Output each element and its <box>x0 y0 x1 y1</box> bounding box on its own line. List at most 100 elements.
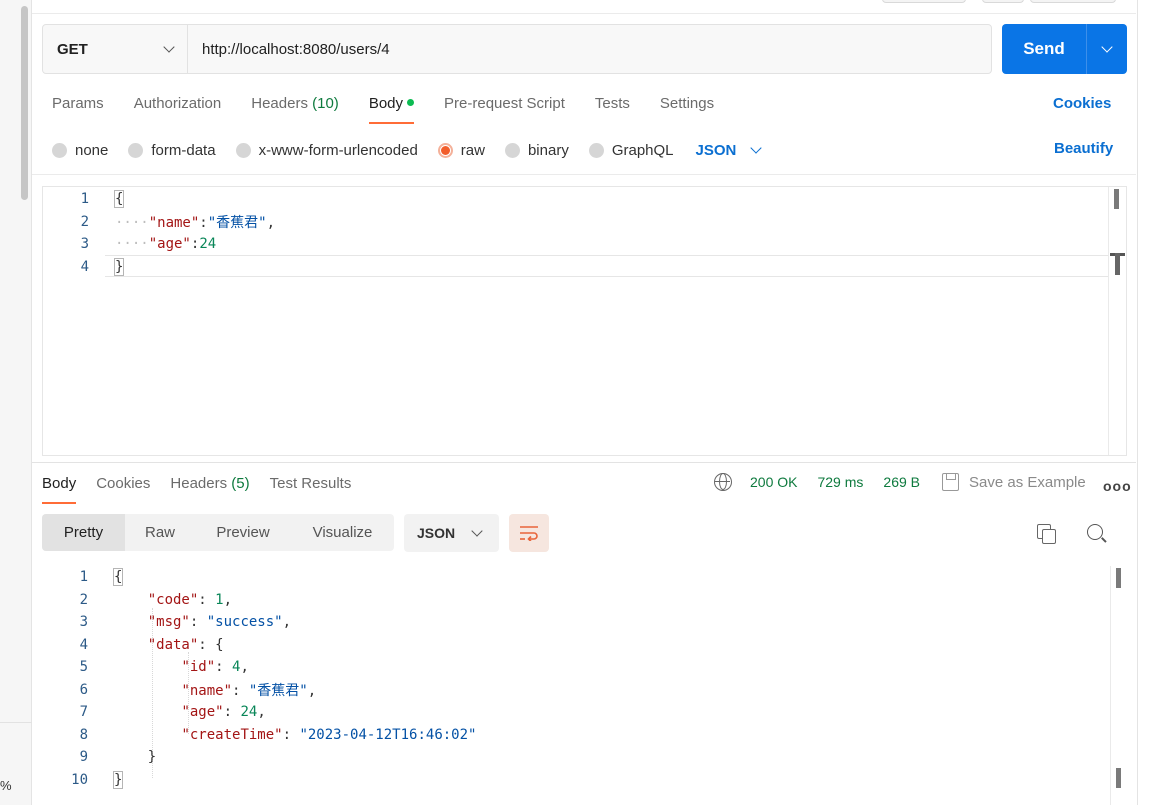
top-tab-button[interactable] <box>982 0 1024 3</box>
radio-form-data[interactable]: form-data <box>128 141 216 159</box>
save-label: Save as Example <box>969 473 1086 491</box>
resp-tab-cookies[interactable]: Cookies <box>96 474 150 504</box>
radio-raw[interactable]: raw <box>437 142 485 159</box>
line-number: 2 <box>80 213 89 230</box>
chevron-down-icon <box>471 525 483 537</box>
code-text: "data": { <box>147 636 224 653</box>
tab-authorization[interactable]: Authorization <box>134 92 222 124</box>
copy-icon[interactable] <box>1037 524 1057 544</box>
view-pretty[interactable]: Pretty <box>42 514 125 551</box>
editor-line: 5 "id": 4, <box>42 656 1127 679</box>
send-button[interactable]: Send <box>1002 24 1086 74</box>
response-divider[interactable] <box>32 462 1136 463</box>
method-select[interactable]: GET <box>43 25 188 73</box>
method-label: GET <box>57 40 88 58</box>
scroll-marker <box>1116 568 1121 588</box>
tab-headers[interactable]: Headers (10) <box>251 92 339 124</box>
editor-line: 6 "name": "香蕉君", <box>42 679 1127 702</box>
headers-count: (10) <box>312 95 339 112</box>
view-raw[interactable]: Raw <box>125 514 195 551</box>
body-indicator-dot <box>407 99 415 106</box>
json-key: "age" <box>148 236 191 253</box>
response-time[interactable]: 729 ms <box>817 474 863 490</box>
beautify-button[interactable]: Beautify <box>1054 140 1113 157</box>
view-preview[interactable]: Preview <box>195 514 291 551</box>
brace-close: } <box>112 770 124 789</box>
radio-circle <box>588 142 604 158</box>
top-tab-button[interactable] <box>882 0 966 3</box>
request-body-editor[interactable]: 1 { 2 ····"name":"香蕉君", 3 ····"age":24 4… <box>42 186 1127 456</box>
json-key: "code" <box>147 591 199 608</box>
radio-urlencoded[interactable]: x-www-form-urlencoded <box>235 142 418 159</box>
editor-line: 1 { <box>43 188 1126 211</box>
editor-line: 4 "data": { <box>42 634 1127 657</box>
resp-tab-body[interactable]: Body <box>42 474 77 504</box>
tab-tests[interactable]: Tests <box>595 92 630 124</box>
globe-icon[interactable] <box>714 473 732 491</box>
brace-close: } <box>113 257 125 276</box>
line-number: 1 <box>80 191 89 208</box>
line-number: 1 <box>79 569 88 586</box>
sidebar-scrollbar[interactable] <box>21 6 28 200</box>
radio-label: GraphQL <box>611 141 674 159</box>
tab-pre-request-script[interactable]: Pre-request Script <box>444 92 565 124</box>
save-as-example-button[interactable]: Save as Example <box>942 473 1086 491</box>
url-input[interactable]: http://localhost:8080/users/4 <box>188 25 991 73</box>
tab-label: Headers <box>251 95 308 112</box>
line-number: 6 <box>79 681 88 698</box>
view-visualize[interactable]: Visualize <box>291 514 394 551</box>
editor-line: 9 } <box>42 746 1127 769</box>
tab-body[interactable]: Body <box>368 92 415 124</box>
code-text: } <box>112 770 124 789</box>
tab-settings[interactable]: Settings <box>660 92 714 124</box>
radio-label: form-data <box>151 141 216 159</box>
line-number: 5 <box>79 659 88 676</box>
resp-tab-headers[interactable]: Headers (5) <box>170 474 249 504</box>
response-body-viewer[interactable]: 1 { 2 "code": 1, 3 "msg": "success", 4 "… <box>42 566 1127 805</box>
line-number: 3 <box>79 614 88 631</box>
response-format-select[interactable]: JSON <box>404 514 499 552</box>
code-text: { <box>113 190 125 209</box>
format-label: JSON <box>695 141 737 159</box>
json-key: "name" <box>181 682 233 699</box>
code-text: } <box>113 257 125 276</box>
scroll-marker <box>1115 253 1120 275</box>
send-options-button[interactable] <box>1087 24 1127 74</box>
radio-binary[interactable]: binary <box>504 142 569 159</box>
wrap-lines-button[interactable] <box>509 514 549 552</box>
line-number: 9 <box>79 749 88 766</box>
response-size[interactable]: 269 B <box>883 474 920 490</box>
code-text: "name": "香蕉君", <box>181 682 317 699</box>
cookies-link[interactable]: Cookies <box>1053 95 1111 112</box>
tab-params[interactable]: Params <box>52 92 104 124</box>
section-divider <box>32 174 1136 175</box>
code-text: ····"name":"香蕉君", <box>115 214 276 231</box>
brace-open: { <box>112 568 124 587</box>
more-options-icon[interactable]: ooo <box>1103 478 1132 494</box>
search-icon[interactable] <box>1087 524 1107 544</box>
radio-label: none <box>75 141 109 159</box>
body-format-select[interactable]: JSON <box>695 141 763 159</box>
code-text: "createTime": "2023-04-12T16:46:02" <box>181 726 477 743</box>
response-scrollbar[interactable] <box>1110 566 1127 805</box>
radio-none[interactable]: none <box>52 142 108 159</box>
tab-label: Headers <box>170 475 228 492</box>
response-tabs: Body Cookies Headers (5) Test Results <box>42 474 371 504</box>
editor-line: 3 "msg": "success", <box>42 611 1127 634</box>
radio-circle <box>235 142 251 158</box>
chevron-down-icon <box>1101 41 1113 53</box>
line-number: 10 <box>71 771 88 788</box>
editor-scrollbar[interactable] <box>1108 187 1126 455</box>
top-tab-button[interactable] <box>1030 0 1116 3</box>
json-number: 24 <box>240 704 258 721</box>
json-key: "msg" <box>147 614 190 631</box>
editor-line: 2 ····"name":"香蕉君", <box>43 211 1126 234</box>
tab-label: Params <box>52 95 104 112</box>
resp-tab-test-results[interactable]: Test Results <box>270 474 352 504</box>
scroll-marker <box>1114 189 1119 209</box>
right-panel-edge <box>1137 0 1174 805</box>
code-text: } <box>114 749 156 765</box>
radio-graphql[interactable]: GraphQL <box>588 141 674 159</box>
brace-open: { <box>215 636 224 653</box>
status-code[interactable]: 200 OK <box>750 474 797 490</box>
